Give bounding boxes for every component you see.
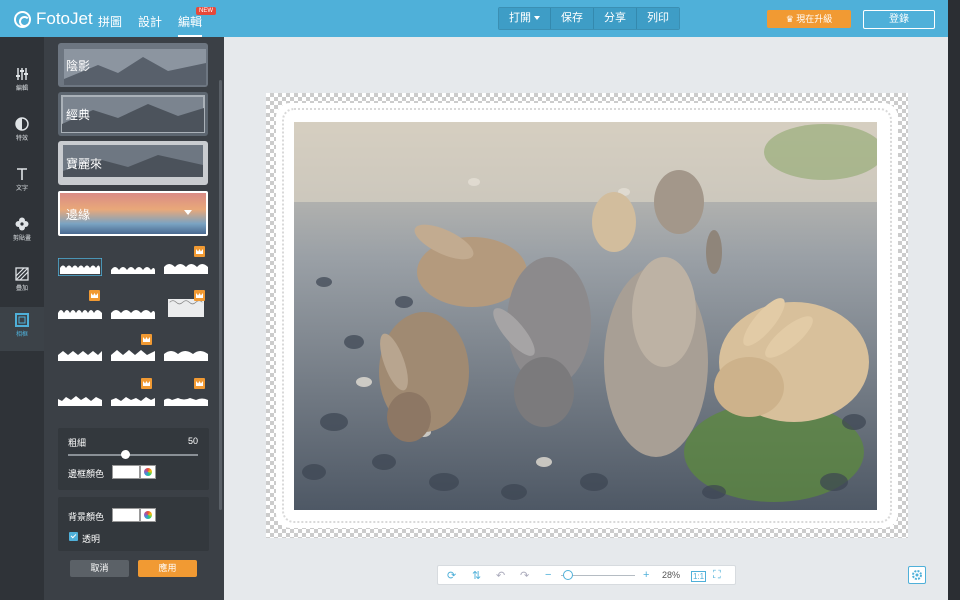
new-badge: NEW <box>196 7 217 15</box>
fotojet-logo-icon <box>14 10 31 28</box>
fit-screen-icon[interactable]: ⛶ <box>713 569 721 582</box>
nav-edit[interactable]: 編輯 NEW <box>178 0 217 37</box>
frame-style-scallop[interactable] <box>164 258 208 276</box>
redo-icon[interactable]: ↷ <box>520 569 529 582</box>
open-button[interactable]: 打開 <box>499 8 551 29</box>
frame-style-flowers[interactable] <box>58 303 102 321</box>
rail-label-overlay: 疊加 <box>15 286 28 292</box>
rail-label-effects: 特效 <box>15 136 28 142</box>
window-edge <box>948 0 960 600</box>
rail-label-frame: 相框 <box>15 332 28 338</box>
nav-collage[interactable]: 拼圖 <box>98 0 122 37</box>
premium-crown-icon <box>89 290 100 301</box>
transparent-label: 透明 <box>82 534 101 544</box>
zoom-in-icon[interactable]: + <box>643 569 649 581</box>
open-label: 打開 <box>509 12 531 24</box>
effect-shadow[interactable]: 陰影 <box>58 43 208 87</box>
thickness-slider[interactable] <box>68 454 198 456</box>
gear-icon <box>912 570 922 580</box>
premium-crown-icon <box>194 246 205 257</box>
panel-scrollbar[interactable] <box>219 80 222 510</box>
login-button[interactable]: 登錄 <box>863 10 935 29</box>
premium-crown-icon <box>194 290 205 301</box>
frame-style-brush[interactable] <box>164 390 208 408</box>
frame-style-torn[interactable] <box>58 390 102 408</box>
effect-edge-selected[interactable]: 邊緣 <box>58 191 208 236</box>
transparent-checkbox[interactable] <box>69 532 78 541</box>
upgrade-button[interactable]: ♛ 現在升級 <box>767 10 851 28</box>
nav-edit-label: 編輯 <box>178 15 203 29</box>
background-settings-box <box>58 497 209 551</box>
effect-edge-label: 邊緣 <box>66 208 91 222</box>
rail-item-overlay[interactable]: 疊加 <box>0 261 44 305</box>
premium-crown-icon <box>141 378 152 389</box>
chevron-down-icon <box>534 16 540 21</box>
frame-style-rough[interactable] <box>111 390 155 408</box>
rail-label-clipart: 剪貼畫 <box>12 236 31 242</box>
frame-style-shells[interactable] <box>111 303 155 321</box>
zoom-slider-handle[interactable] <box>563 570 573 580</box>
frame-style-zigzag[interactable] <box>58 345 102 363</box>
frame-style-peaks[interactable] <box>111 345 155 363</box>
tool-rail: 編輯 特效 文字 剪貼畫 疊加 相框 <box>0 37 44 600</box>
rail-item-frame[interactable]: 相框 <box>0 307 44 351</box>
background-color-picker-icon[interactable] <box>140 508 156 522</box>
border-color-label: 邊框顏色 <box>68 469 105 479</box>
overlay-icon <box>15 267 29 281</box>
text-icon <box>17 168 27 180</box>
effect-classic-label: 經典 <box>66 108 91 122</box>
frame-style-waves[interactable] <box>164 345 208 363</box>
undo-icon[interactable]: ↶ <box>496 569 505 582</box>
logo-text: FotoJet <box>36 9 93 28</box>
frame-style-pattern[interactable] <box>164 299 208 317</box>
clipart-icon <box>15 217 29 231</box>
thickness-value: 50 <box>188 436 199 446</box>
rail-item-edit[interactable]: 編輯 <box>0 61 44 105</box>
crown-icon: ♛ <box>785 14 797 24</box>
actual-size-icon[interactable]: 1:1 <box>691 571 707 582</box>
top-nav: 拼圖 設計 編輯 NEW <box>98 0 218 37</box>
sliders-icon <box>16 68 28 80</box>
zoom-percent: 28% <box>662 570 681 580</box>
background-color-label: 背景顏色 <box>68 512 105 522</box>
rail-label-text: 文字 <box>15 186 28 192</box>
flip-icon[interactable]: ⇅ <box>472 569 481 582</box>
rotate-icon[interactable]: ⟳ <box>447 569 456 582</box>
cancel-button[interactable]: 取消 <box>70 560 129 577</box>
background-color-swatch[interactable] <box>112 508 140 522</box>
effect-polaroid[interactable]: 寶麗來 <box>58 141 208 185</box>
thickness-label: 粗細 <box>68 438 87 448</box>
effect-classic[interactable]: 經典 <box>58 92 208 136</box>
edited-photo[interactable] <box>294 122 877 510</box>
save-button[interactable]: 保存 <box>551 8 594 29</box>
file-actions: 打開 保存 分享 列印 <box>498 7 680 30</box>
rail-item-text[interactable]: 文字 <box>0 161 44 205</box>
effect-shadow-label: 陰影 <box>66 59 91 73</box>
thickness-slider-handle[interactable] <box>121 450 130 459</box>
settings-gear-icon[interactable] <box>908 566 926 584</box>
premium-crown-icon <box>194 378 205 389</box>
fotojet-logo[interactable]: FotoJet <box>14 9 93 29</box>
rabbits-photo <box>294 122 877 510</box>
top-bar: FotoJet 拼圖 設計 編輯 NEW 打開 保存 分享 列印 ♛ 現在升級 … <box>0 0 948 37</box>
frame-style-lace[interactable] <box>58 258 102 276</box>
frame-style-arches[interactable] <box>111 258 155 276</box>
border-color-swatch[interactable] <box>112 465 140 479</box>
nav-design[interactable]: 設計 <box>138 0 162 37</box>
frame-icon <box>15 313 29 327</box>
share-button[interactable]: 分享 <box>594 8 637 29</box>
border-color-picker-icon[interactable] <box>140 465 156 479</box>
print-button[interactable]: 列印 <box>637 8 679 29</box>
apply-button[interactable]: 應用 <box>138 560 197 577</box>
rail-item-clipart[interactable]: 剪貼畫 <box>0 211 44 255</box>
zoom-out-icon[interactable]: − <box>545 569 551 581</box>
premium-crown-icon <box>141 334 152 345</box>
zoom-toolbar: ⟳ ⇅ ↶ ↷ − + 28% 1:1 ⛶ <box>437 565 736 585</box>
rail-label-edit: 編輯 <box>15 86 28 92</box>
upgrade-label: 現在升級 <box>796 14 833 24</box>
rail-item-effects[interactable]: 特效 <box>0 111 44 155</box>
contrast-icon <box>15 117 29 131</box>
effect-polaroid-label: 寶麗來 <box>66 157 103 171</box>
chevron-down-icon <box>184 210 192 215</box>
